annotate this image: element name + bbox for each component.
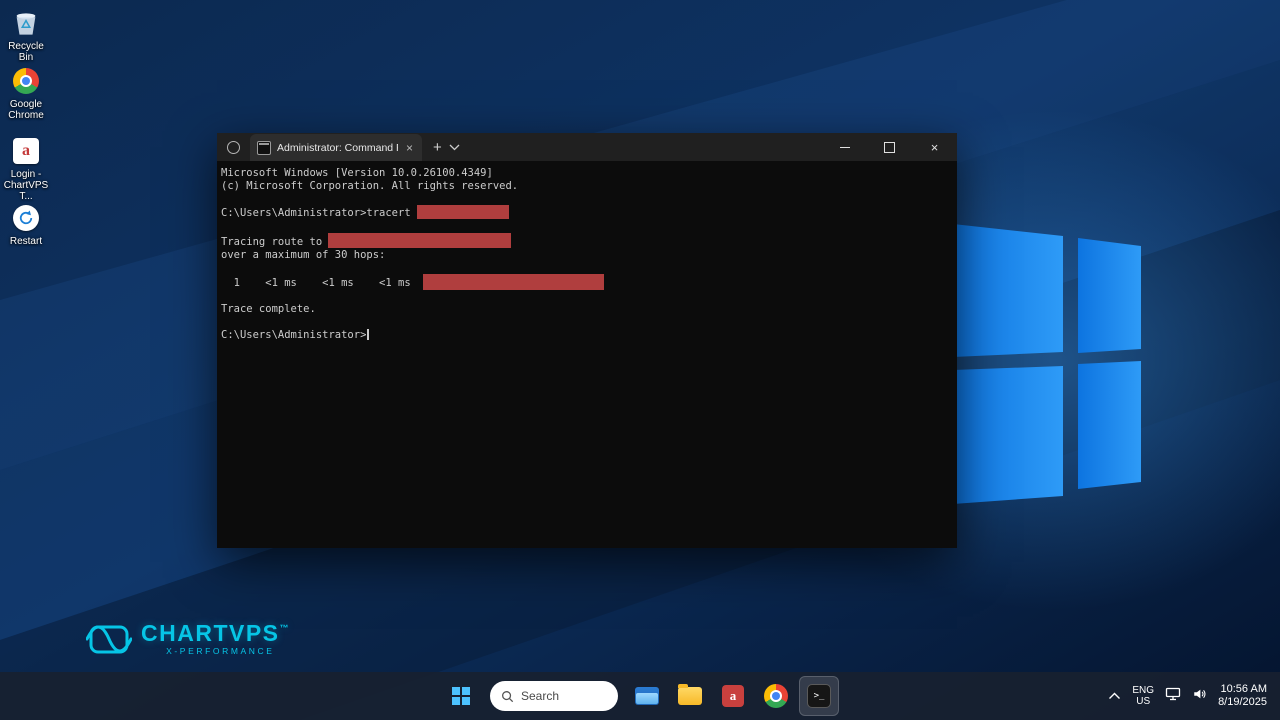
brand-tagline: X-PERFORMANCE	[141, 646, 289, 656]
terminal-window[interactable]: Administrator: Command Pro × + × Microso…	[217, 133, 957, 548]
language-line1: ENG	[1132, 685, 1154, 696]
terminal-line: Microsoft Windows [Version 10.0.26100.43…	[221, 167, 957, 180]
terminal-line: 1 <1 ms <1 ms <1 ms	[221, 274, 957, 290]
taskbar: Search a >_ ENG US	[0, 672, 1280, 720]
desktop-icon-google-chrome[interactable]: Google Chrome	[0, 66, 52, 121]
desktop-icon-restart[interactable]: Restart	[0, 203, 52, 247]
prompt-text: C:\Users\Administrator>	[221, 329, 366, 341]
cmd-icon	[257, 141, 271, 155]
chartvps-app-icon: a	[722, 685, 744, 707]
terminal-line	[221, 262, 957, 275]
start-button[interactable]	[441, 676, 481, 716]
desktop-icon-recycle-bin[interactable]: Recycle Bin	[0, 8, 52, 63]
network-icon[interactable]	[1165, 687, 1181, 706]
terminal-line: C:\Users\Administrator>tracert	[221, 205, 957, 220]
terminal-line: over a maximum of 30 hops:	[221, 249, 957, 262]
terminal-line: C:\Users\Administrator>	[221, 329, 957, 342]
terminal-titlebar[interactable]: Administrator: Command Pro × + ×	[217, 133, 957, 162]
terminal-output[interactable]: Microsoft Windows [Version 10.0.26100.43…	[217, 161, 957, 548]
maximize-button[interactable]	[867, 133, 912, 161]
new-tab-button[interactable]: +	[433, 140, 442, 155]
taskbar-search[interactable]: Search	[490, 681, 618, 711]
recycle-bin-icon	[11, 8, 41, 38]
taskbar-center: Search a >_	[441, 672, 839, 720]
volume-icon[interactable]	[1192, 687, 1207, 706]
brand-name: CHARTVPS™	[141, 616, 289, 645]
redacted-hop-address	[423, 274, 604, 290]
desktop-icon-label: Recycle Bin	[0, 41, 52, 63]
folder-icon	[678, 687, 702, 705]
terminal-line	[221, 316, 957, 329]
clock-time: 10:56 AM	[1218, 683, 1267, 696]
terminal-line	[221, 220, 957, 233]
windows-start-icon	[452, 687, 470, 705]
taskbar-icon-terminal[interactable]: >_	[799, 676, 839, 716]
redacted-target	[417, 205, 509, 219]
terminal-line	[221, 193, 957, 206]
desktop-icon-login-chartvps[interactable]: a Login - ChartVPS T...	[0, 136, 52, 202]
search-icon	[501, 690, 514, 703]
taskbar-icon-chrome[interactable]	[756, 676, 796, 716]
taskbar-icon-chartvps-app[interactable]: a	[713, 676, 753, 716]
window-controls: ×	[822, 133, 957, 161]
minimize-button[interactable]	[822, 133, 867, 161]
desktop-icon-label: Restart	[10, 236, 42, 247]
hop-row-text: 1 <1 ms <1 ms <1 ms	[221, 277, 423, 289]
desktop-icon-label: Login - ChartVPS T...	[0, 169, 52, 202]
terminal-icon: >_	[807, 684, 831, 708]
desktop: Recycle Bin Google Chrome a Login - Char…	[0, 0, 1280, 720]
language-indicator[interactable]: ENG US	[1132, 685, 1154, 707]
chartvps-watermark: CHARTVPS™ X-PERFORMANCE	[86, 616, 289, 662]
search-label: Search	[521, 689, 559, 703]
chartvps-login-icon: a	[11, 136, 41, 166]
close-button[interactable]: ×	[912, 133, 957, 161]
chrome-icon	[764, 684, 788, 708]
trademark-symbol: ™	[280, 623, 289, 633]
text-cursor	[367, 329, 369, 340]
command-text: C:\Users\Administrator>tracert	[221, 207, 417, 219]
desktop-icon-label: Google Chrome	[0, 99, 52, 121]
tab-title: Administrator: Command Pro	[277, 142, 398, 154]
terminal-line: Trace complete.	[221, 303, 957, 316]
terminal-line	[221, 290, 957, 303]
tab-dropdown-button[interactable]	[449, 144, 460, 151]
maximize-icon	[884, 142, 895, 153]
language-line2: US	[1132, 696, 1154, 707]
clock-date: 8/19/2025	[1218, 696, 1267, 709]
redacted-destination	[328, 233, 511, 248]
file-explorer-icon	[635, 687, 659, 705]
terminal-line: Tracing route to	[221, 233, 957, 249]
minimize-icon	[840, 147, 850, 148]
taskbar-icon-folder[interactable]	[670, 676, 710, 716]
tray-chevron-up[interactable]	[1108, 687, 1121, 705]
terminal-app-icon	[227, 141, 240, 154]
terminal-tab[interactable]: Administrator: Command Pro ×	[250, 134, 422, 161]
chrome-icon	[11, 66, 41, 96]
restart-icon	[11, 203, 41, 233]
taskbar-icon-file-explorer[interactable]	[627, 676, 667, 716]
tab-close-button[interactable]: ×	[404, 142, 415, 154]
system-tray: ENG US 10:56 AM 8/19/2025	[1095, 672, 1280, 720]
taskbar-clock[interactable]: 10:56 AM 8/19/2025	[1218, 683, 1267, 709]
tracing-text: Tracing route to	[221, 236, 328, 248]
chartvps-logo-icon	[86, 616, 132, 662]
terminal-line: (c) Microsoft Corporation. All rights re…	[221, 180, 957, 193]
